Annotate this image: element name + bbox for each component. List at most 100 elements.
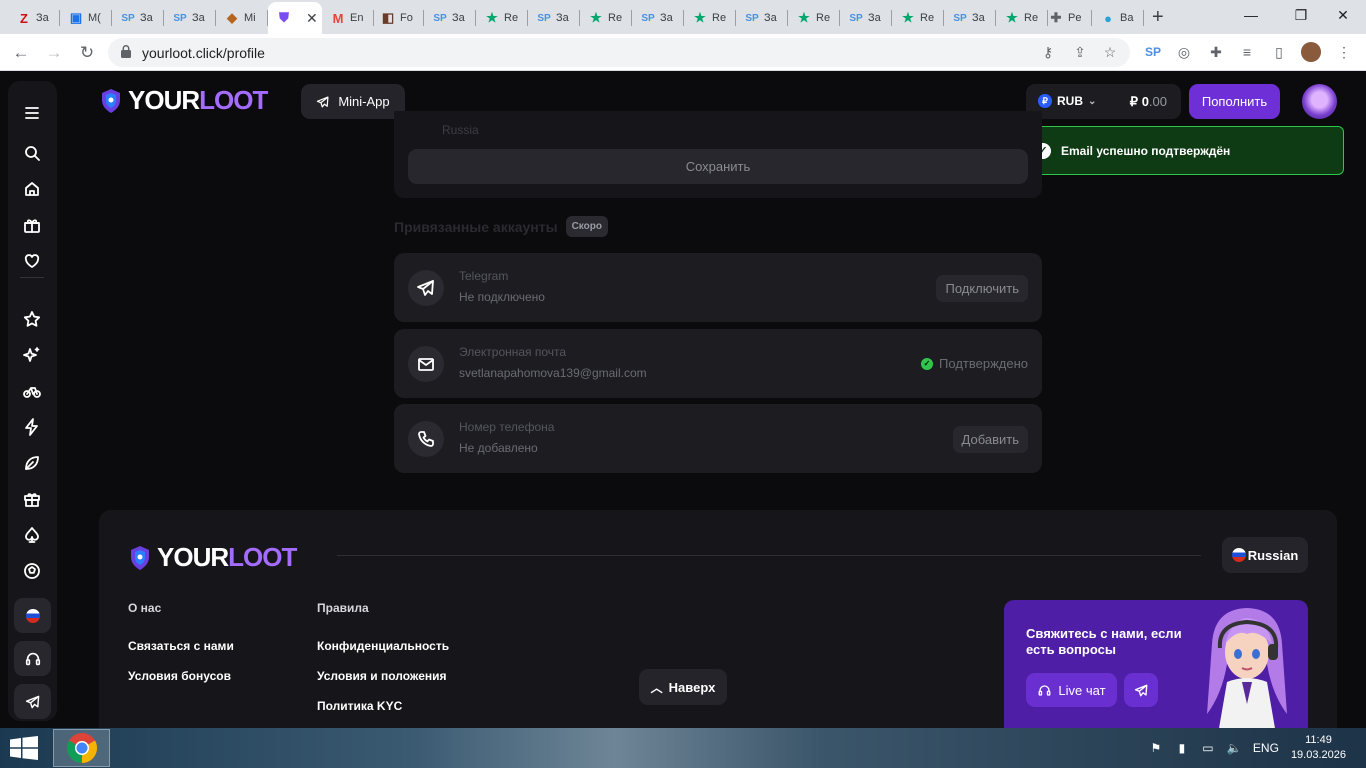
lightning-icon[interactable] <box>22 417 42 437</box>
telegram-icon <box>25 695 39 708</box>
heart-icon[interactable] <box>22 251 42 271</box>
profile-avatar[interactable] <box>1301 42 1321 62</box>
home-icon[interactable] <box>22 179 42 199</box>
forward-icon[interactable]: → <box>43 42 65 64</box>
sp-extension-icon[interactable]: SP <box>1143 42 1163 62</box>
footer-logo[interactable]: YOURLOOT <box>129 542 297 573</box>
telegram-support-button[interactable] <box>1124 673 1158 707</box>
star-icon[interactable] <box>22 309 42 329</box>
browser-tab[interactable]: Z Зa <box>8 4 60 32</box>
tab-title: M( <box>88 12 101 24</box>
telegram-icon <box>408 270 444 306</box>
new-tab-button[interactable]: + <box>1152 6 1164 29</box>
extensions-puzzle-icon[interactable]: ✚ <box>1206 42 1226 62</box>
browser-tab[interactable]: ★ Re <box>788 4 840 32</box>
spade-icon[interactable] <box>22 525 42 545</box>
browser-tab[interactable]: ◧ Fo <box>372 4 424 32</box>
phone-row: Номер телефона Не добавлено Добавить <box>394 404 1042 473</box>
language-selector[interactable]: Russian <box>1222 537 1308 573</box>
windows-start-icon[interactable] <box>10 736 38 760</box>
flag-warning-icon[interactable]: ⚑ <box>1149 741 1163 755</box>
address-bar[interactable]: yourloot.click/profile ⚷ ⇪ ☆ <box>108 38 1130 67</box>
footer-link-contact[interactable]: Связаться с нами <box>128 639 234 653</box>
share-icon[interactable]: ⇪ <box>1070 42 1090 62</box>
browser-tab[interactable]: ◆ Mi <box>216 4 268 32</box>
footer-link-bonus-terms[interactable]: Условия бонусов <box>128 669 231 683</box>
connect-telegram-button[interactable]: Подключить <box>936 275 1028 302</box>
save-button[interactable]: Сохранить <box>408 149 1028 184</box>
scroll-to-top-button[interactable]: ︿ Наверх <box>639 669 727 705</box>
browser-tab[interactable]: ★ Re <box>476 4 528 32</box>
browser-tab[interactable]: SP За <box>424 4 476 32</box>
leaf-icon[interactable] <box>22 453 42 473</box>
browser-tab[interactable]: ★ Re <box>892 4 944 32</box>
browser-menu-icon[interactable]: ⋮ <box>1334 42 1354 62</box>
star-icon: ★ <box>486 10 498 25</box>
browser-tab[interactable]: SP За <box>840 4 892 32</box>
extension-round-icon[interactable]: ◎ <box>1174 42 1194 62</box>
battery-icon[interactable]: ▮ <box>1175 741 1189 755</box>
mini-app-button[interactable]: Mini-App <box>301 84 405 119</box>
bookmark-star-icon[interactable]: ☆ <box>1100 42 1120 62</box>
wallet-widget: ₽ RUB ⌄ ₽ 0.00 <box>1026 84 1181 119</box>
top-up-button[interactable]: Пополнить <box>1189 84 1280 119</box>
soccer-ball-icon[interactable] <box>22 561 42 581</box>
chrome-taskbar-button[interactable] <box>53 729 110 767</box>
sparkles-icon[interactable] <box>22 345 42 365</box>
browser-tab[interactable]: ▣ M( <box>60 4 112 32</box>
telegram-row: Telegram Не подключено Подключить <box>394 253 1042 322</box>
country-field-value[interactable]: Russia <box>442 123 479 137</box>
gift-box-icon[interactable] <box>22 489 42 509</box>
site-logo[interactable]: YOURLOOT <box>100 85 268 116</box>
telegram-title: Telegram <box>459 269 509 283</box>
browser-tab[interactable]: ★ Re <box>580 4 632 32</box>
reading-list-icon[interactable]: ≡ <box>1237 42 1257 62</box>
browser-tab[interactable]: ✚ Pe <box>1040 4 1092 32</box>
reload-icon[interactable]: ↻ <box>76 42 98 64</box>
browser-tab[interactable]: SP За <box>944 4 996 32</box>
browser-tab[interactable]: SP За <box>164 4 216 32</box>
user-avatar[interactable] <box>1302 84 1337 119</box>
logo-text-purple: LOOT <box>228 542 297 572</box>
browser-tab[interactable]: M En <box>322 4 374 32</box>
minimize-button[interactable]: — <box>1228 0 1274 30</box>
windows-taskbar: ⚑ ▮ ▭ 🔈 ENG 11:49 19.03.2026 <box>0 728 1366 768</box>
network-icon[interactable]: ▭ <box>1201 741 1215 755</box>
footer-link-privacy[interactable]: Конфиденциальность <box>317 639 449 653</box>
input-language[interactable]: ENG <box>1253 741 1279 755</box>
browser-tab[interactable]: ● Ba <box>1092 4 1144 32</box>
balance-decimal: .00 <box>1148 94 1167 109</box>
menu-icon[interactable] <box>22 103 42 123</box>
browser-tab[interactable]: SP За <box>112 4 164 32</box>
logo-text-white: YOUR <box>128 85 200 115</box>
window-close-button[interactable]: ✕ <box>1320 0 1366 30</box>
add-phone-button[interactable]: Добавить <box>952 426 1028 453</box>
mini-app-label: Mini-App <box>338 94 390 109</box>
footer-link-kyc[interactable]: Политика KYC <box>317 699 402 713</box>
clock[interactable]: 11:49 19.03.2026 <box>1291 733 1346 763</box>
key-icon[interactable]: ⚷ <box>1038 42 1058 62</box>
side-panel-icon[interactable]: ▯ <box>1269 42 1289 62</box>
language-flag-button[interactable] <box>14 598 51 633</box>
maximize-button[interactable]: ❐ <box>1278 0 1324 30</box>
currency-selector[interactable]: ₽ RUB ⌄ <box>1038 94 1096 108</box>
sp-icon: SP <box>433 12 447 24</box>
back-icon[interactable]: ← <box>10 42 32 64</box>
search-icon[interactable] <box>22 143 42 163</box>
browser-tab[interactable]: SP За <box>528 4 580 32</box>
volume-icon[interactable]: 🔈 <box>1226 741 1241 755</box>
browser-tab[interactable]: SP За <box>632 4 684 32</box>
gift-icon[interactable] <box>22 215 42 235</box>
bike-icon[interactable] <box>22 381 42 401</box>
tab-title: Fo <box>400 12 413 24</box>
system-tray: ⚑ ▮ ▭ 🔈 ENG 11:49 19.03.2026 <box>1149 728 1346 768</box>
browser-tab[interactable]: ⛊ ✕ <box>268 2 322 34</box>
live-chat-button[interactable]: Live чат <box>1026 673 1117 707</box>
russia-flag-icon <box>1231 548 1246 562</box>
close-tab-icon[interactable]: ✕ <box>306 10 318 27</box>
footer-link-terms[interactable]: Условия и положения <box>317 669 447 683</box>
telegram-button[interactable] <box>14 684 51 719</box>
browser-tab[interactable]: SP За <box>736 4 788 32</box>
support-button[interactable] <box>14 641 51 676</box>
browser-tab[interactable]: ★ Re <box>684 4 736 32</box>
